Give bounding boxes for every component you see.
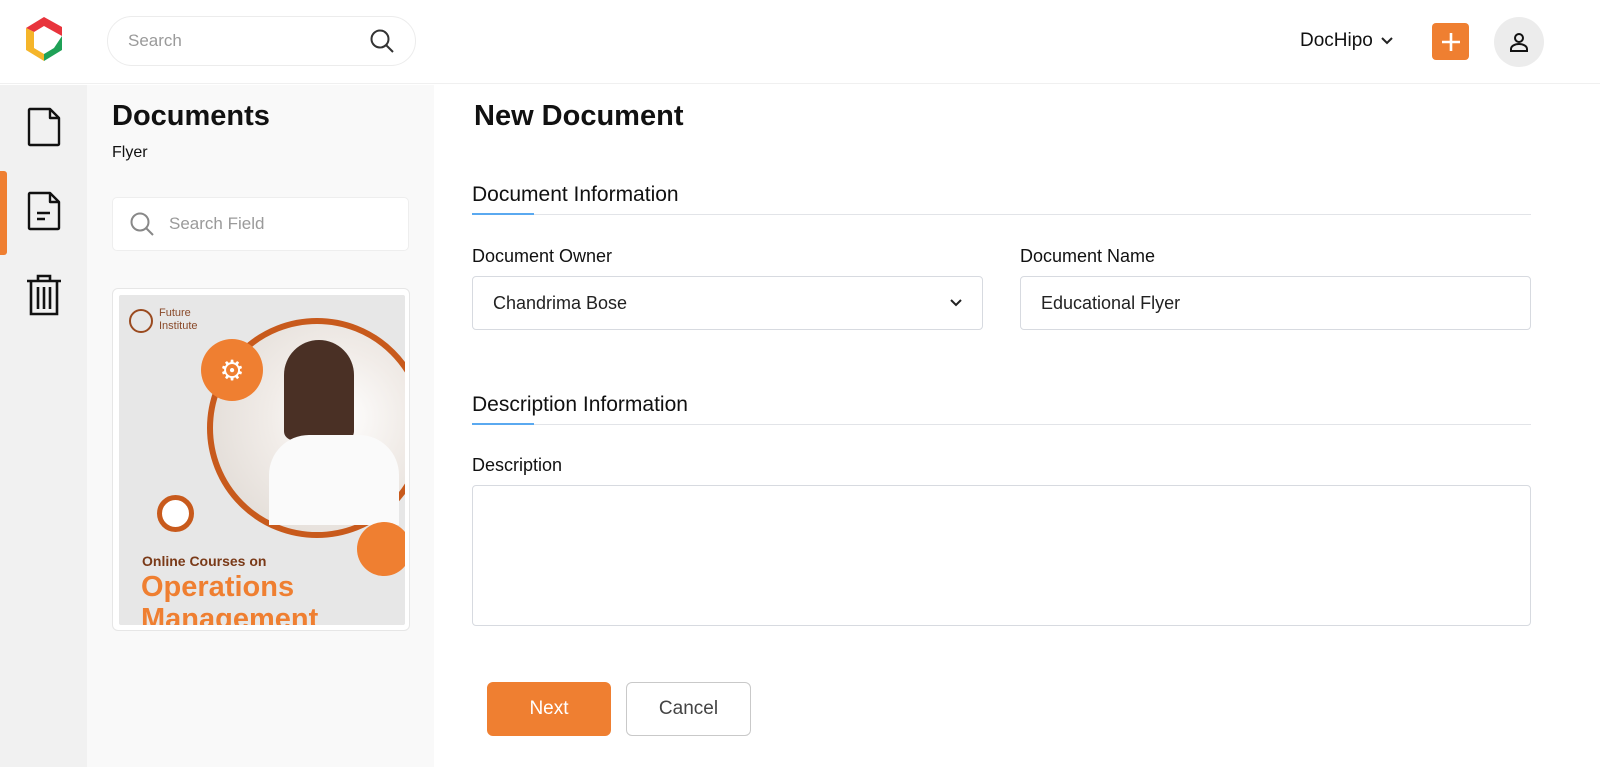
search-field-input[interactable]: Search Field (169, 214, 264, 234)
sidebar-item-trash[interactable] (0, 253, 87, 337)
description-label: Description (472, 455, 563, 475)
cancel-button[interactable]: Cancel (626, 682, 751, 736)
search-icon (130, 212, 154, 236)
owner-label: Document Owner (472, 246, 613, 266)
account-name: DocHipo (1300, 30, 1373, 51)
new-document-form: New Document Document Information Docume… (434, 85, 1600, 767)
user-icon (1510, 33, 1528, 52)
chevron-down-icon (1381, 37, 1393, 45)
page-title: New Document (474, 100, 684, 132)
panel-title: Documents (112, 100, 270, 132)
section-description-information: Description Information (472, 393, 1531, 425)
template-card[interactable]: Future Institute ⚙ Online Courses on Oper… (112, 288, 410, 631)
file-icon (27, 107, 60, 147)
document-text-icon (27, 191, 60, 231)
flyer-line3: Management (141, 603, 319, 625)
flyer-line2: Operations (141, 571, 295, 603)
owner-value: Chandrima Bose (493, 292, 628, 313)
gears-icon: ⚙ (201, 339, 263, 401)
sidebar-item-documents[interactable] (0, 85, 87, 169)
flyer-line1: Online Courses on (142, 553, 267, 569)
search-field[interactable]: Search Field (112, 197, 409, 251)
top-bar: Search DocHipo (0, 0, 1600, 84)
add-button[interactable] (1432, 23, 1469, 60)
clock-icon (157, 495, 194, 532)
brand-line2: Institute (159, 320, 198, 332)
plus-icon (1441, 32, 1460, 51)
sidebar-item-templates[interactable] (0, 169, 87, 253)
search-icon[interactable] (369, 28, 395, 54)
section-document-information: Document Information (472, 183, 1531, 215)
avatar[interactable] (1494, 17, 1544, 67)
trash-icon (26, 274, 61, 316)
dochipo-logo[interactable] (22, 16, 66, 62)
owner-select[interactable]: Chandrima Bose (472, 276, 983, 330)
name-label: Document Name (1020, 246, 1156, 266)
global-search[interactable]: Search (107, 16, 416, 66)
brand-line1: Future (159, 307, 191, 319)
user-badge-icon (357, 522, 405, 576)
search-input[interactable]: Search (128, 31, 369, 51)
sidebar-rail (0, 85, 87, 767)
description-textarea[interactable] (472, 485, 1531, 626)
documents-panel: Documents Flyer Search Field Future Insti… (87, 85, 434, 767)
next-button[interactable]: Next (487, 682, 611, 736)
chevron-down-icon (950, 299, 962, 307)
account-menu[interactable]: DocHipo (1300, 30, 1393, 52)
panel-subtitle: Flyer (112, 144, 148, 161)
person-photo (284, 340, 354, 440)
institute-logo-icon (129, 309, 153, 333)
document-name-input[interactable]: Educational Flyer (1020, 276, 1531, 330)
template-thumbnail: Future Institute ⚙ Online Courses on Oper… (119, 295, 405, 625)
